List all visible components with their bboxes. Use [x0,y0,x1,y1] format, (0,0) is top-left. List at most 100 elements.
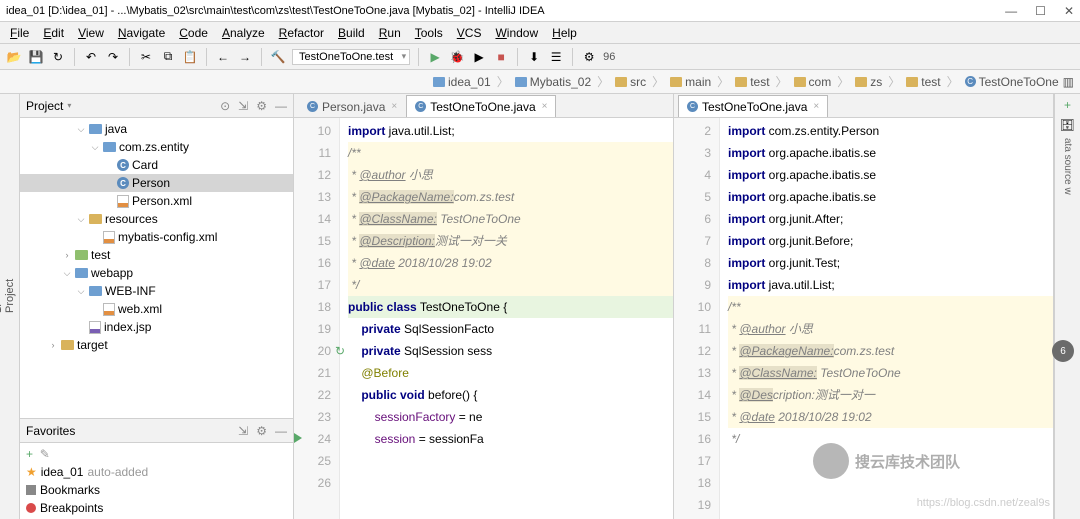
sdk-icon[interactable]: ⚙ [581,49,597,65]
tree-node[interactable]: Person.xml [20,192,293,210]
favorites-panel: Favorites ⇲ ⚙ — + ✎ ★idea_01 auto-added … [20,418,293,519]
menu-run[interactable]: Run [373,24,407,42]
coverage-icon[interactable]: ▶ [471,49,487,65]
linecol: 96 [603,51,615,63]
stop-icon[interactable]: ■ [493,49,509,65]
toolbar: 📂 💾 ↻ ↶ ↷ ✂ ⧉ 📋 ← → 🔨 TestOneToOne.test … [0,44,1080,70]
gutter-left: 1011121314151617181920212223242526 [294,118,340,519]
add-icon[interactable]: + [1064,98,1071,112]
add-icon[interactable]: + [26,447,33,461]
tree-node[interactable]: ⌵WEB-INF [20,282,293,300]
fav-bookmarks[interactable]: Bookmarks [26,481,287,499]
breadcrumb-item[interactable]: Mybatis_02 [513,75,593,89]
menu-view[interactable]: View [72,24,110,42]
breadcrumb-item[interactable]: test [733,75,771,89]
back-icon[interactable]: ← [215,49,231,65]
menu-tools[interactable]: Tools [409,24,449,42]
split-icon[interactable]: ▥ [1063,75,1074,89]
datasource-hint: ata source w [1062,138,1073,195]
breadcrumb-item[interactable]: test [904,75,942,89]
project-panel: Project ▾ ⊙ ⇲ ⚙ — ⌵java⌵com.zs.entityCCa… [20,94,294,519]
fav-breakpoints[interactable]: Breakpoints [26,499,287,517]
fav-project[interactable]: ★idea_01 auto-added [26,463,287,481]
notification-badge[interactable]: 6 [1052,340,1074,362]
editor-tab[interactable]: CPerson.java× [298,95,406,117]
save-icon[interactable]: 💾 [28,49,44,65]
breadcrumb-item[interactable]: CTestOneToOne [963,75,1061,89]
menu-window[interactable]: Window [489,24,544,42]
tree-node[interactable]: CPerson [20,174,293,192]
db-icon[interactable]: 🗄 [1060,118,1075,132]
project-tree[interactable]: ⌵java⌵com.zs.entityCCardCPersonPerson.xm… [20,118,293,418]
locate-icon[interactable]: ⊙ [220,99,230,113]
gutter-right: 2345678910111213141516171819 [674,118,720,519]
tree-node[interactable]: ›target [20,336,293,354]
minimize-icon[interactable]: — [1005,4,1017,18]
tree-node[interactable]: index.jsp [20,318,293,336]
left-tool-strip: 1: Project 2: Structure Web avorites [0,94,20,519]
refresh-icon[interactable]: ↻ [50,49,66,65]
project-title: Project [26,99,63,113]
tree-node[interactable]: web.xml [20,300,293,318]
run-config-dropdown[interactable]: TestOneToOne.test [292,49,410,65]
menu-refactor[interactable]: Refactor [273,24,330,42]
tool-project[interactable]: 1: Project [0,298,19,320]
project-panel-header: Project ▾ ⊙ ⇲ ⚙ — [20,94,293,118]
watermark: https://blog.csdn.net/zeal9s [917,497,1050,509]
tree-node[interactable]: mybatis-config.xml [20,228,293,246]
gear-icon[interactable]: ⚙ [256,424,267,438]
wechat-overlay: 搜云库技术团队 [813,443,960,479]
redo-icon[interactable]: ↷ [105,49,121,65]
menu-edit[interactable]: Edit [37,24,70,42]
close-icon[interactable]: ✕ [1064,4,1074,18]
menu-code[interactable]: Code [173,24,214,42]
tree-node[interactable]: ›test [20,246,293,264]
editor-tabs-left: CPerson.java×CTestOneToOne.java× [294,94,673,118]
collapse-icon[interactable]: ⇲ [238,99,248,113]
titlebar: idea_01 [D:\idea_01] - ...\Mybatis_02\sr… [0,0,1080,22]
source-left[interactable]: import java.util.List;/** * @author 小思 *… [340,118,673,519]
editor-left: CPerson.java×CTestOneToOne.java× 1011121… [294,94,674,519]
window-title: idea_01 [D:\idea_01] - ...\Mybatis_02\sr… [6,5,545,17]
editor-tab[interactable]: CTestOneToOne.java× [678,95,828,117]
undo-icon[interactable]: ↶ [83,49,99,65]
forward-icon[interactable]: → [237,49,253,65]
hide-icon[interactable]: — [275,99,287,113]
favorites-title: Favorites [26,424,75,438]
editor-tab[interactable]: CTestOneToOne.java× [406,95,556,117]
vcs-icon[interactable]: ⬇ [526,49,542,65]
hide-icon[interactable]: — [275,424,287,438]
tree-node[interactable]: CCard [20,156,293,174]
breadcrumb-item[interactable]: zs [853,75,884,89]
tree-node[interactable]: ⌵com.zs.entity [20,138,293,156]
debug-icon[interactable]: 🐞 [449,49,465,65]
cut-icon[interactable]: ✂ [138,49,154,65]
menu-analyze[interactable]: Analyze [216,24,271,42]
tree-node[interactable]: ⌵resources [20,210,293,228]
breadcrumb-item[interactable]: com [792,75,834,89]
breadcrumb-item[interactable]: idea_01 [431,75,493,89]
tree-node[interactable]: ⌵webapp [20,264,293,282]
menubar: FileEditViewNavigateCodeAnalyzeRefactorB… [0,22,1080,44]
menu-build[interactable]: Build [332,24,371,42]
build-icon[interactable]: 🔨 [270,49,286,65]
breadcrumb-item[interactable]: src [613,75,648,89]
collapse-icon[interactable]: ⇲ [238,424,248,438]
menu-file[interactable]: File [4,24,35,42]
open-icon[interactable]: 📂 [6,49,22,65]
breadcrumb-item[interactable]: main [668,75,713,89]
window-buttons: — ☐ ✕ [1005,4,1074,18]
right-tool-strip: + 🗄 ata source w [1054,94,1080,519]
gear-icon[interactable]: ⚙ [256,99,267,113]
menu-vcs[interactable]: VCS [451,24,488,42]
maximize-icon[interactable]: ☐ [1035,4,1046,18]
menu-navigate[interactable]: Navigate [112,24,171,42]
breadcrumb: idea_01〉Mybatis_02〉src〉main〉test〉com〉zs〉… [0,70,1080,94]
structure-icon[interactable]: ☰ [548,49,564,65]
paste-icon[interactable]: 📋 [182,49,198,65]
run-icon[interactable]: ▶ [427,49,443,65]
tree-node[interactable]: ⌵java [20,120,293,138]
copy-icon[interactable]: ⧉ [160,49,176,65]
editor-tabs-right: CTestOneToOne.java× [674,94,1053,118]
menu-help[interactable]: Help [546,24,583,42]
